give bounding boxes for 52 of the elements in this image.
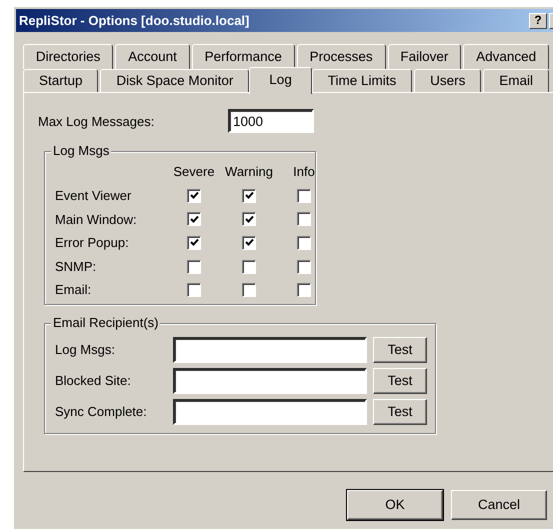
cancel-button[interactable]: Cancel (451, 490, 547, 520)
checkbox[interactable] (297, 212, 311, 226)
tab[interactable]: Advanced (463, 44, 549, 70)
column-header: Severe (172, 164, 216, 180)
row-label: Email: (55, 282, 92, 298)
checkbox[interactable] (297, 188, 311, 203)
tab[interactable]: Email (483, 69, 549, 92)
tab[interactable]: Startup (23, 69, 98, 92)
group-title: Log Msgs (51, 143, 112, 159)
max-messages-field[interactable]: 1000 (228, 109, 314, 134)
tab[interactable]: Processes (296, 44, 386, 70)
field-label: Log Msgs: (55, 342, 116, 358)
checkbox[interactable] (187, 260, 201, 274)
checkbox[interactable] (297, 236, 311, 250)
column-header: Warning (224, 164, 274, 180)
checkbox[interactable] (187, 188, 201, 203)
checkbox[interactable] (242, 188, 256, 203)
tab[interactable]: Disk Space Monitor (100, 69, 250, 92)
checkbox[interactable] (242, 212, 256, 226)
checkbox[interactable] (242, 260, 256, 274)
test-button[interactable]: Test (373, 398, 427, 425)
email-field[interactable] (173, 398, 367, 425)
column-header: Info (292, 164, 316, 180)
tab[interactable]: Account (115, 44, 190, 70)
tab[interactable]: Users (414, 69, 482, 92)
test-button[interactable]: Test (373, 336, 427, 363)
row-label: Main Window: (55, 212, 138, 228)
tab[interactable]: Time Limits (312, 69, 412, 92)
checkbox[interactable] (242, 283, 256, 298)
tab[interactable]: Failover (388, 44, 462, 70)
checkbox[interactable] (187, 283, 201, 298)
group-title: Email Recipient(s) (51, 314, 160, 331)
checkbox[interactable] (242, 236, 256, 250)
window-title: RepliStor - Options [doo.studio.local] (19, 12, 250, 28)
tab[interactable]: Performance (192, 44, 295, 70)
checkbox[interactable] (297, 283, 311, 298)
checkbox[interactable] (297, 260, 311, 274)
row-label: Error Popup: (55, 235, 130, 251)
row-label: Event Viewer (55, 188, 132, 204)
ok-button[interactable]: OK (347, 490, 443, 520)
row-label: SNMP: (55, 258, 98, 274)
field-label: Blocked Site: (55, 373, 132, 389)
field-label: Max Log Messages: (38, 114, 156, 130)
tab[interactable]: Log (249, 67, 312, 94)
tab[interactable]: Directories (23, 44, 114, 70)
email-field[interactable] (173, 368, 367, 394)
test-button[interactable]: Test (373, 368, 427, 394)
email-field[interactable] (173, 336, 367, 363)
help-button[interactable]: ? (529, 12, 547, 28)
field-label: Sync Complete: (55, 404, 148, 420)
checkbox[interactable] (187, 236, 201, 250)
checkbox[interactable] (187, 212, 201, 226)
